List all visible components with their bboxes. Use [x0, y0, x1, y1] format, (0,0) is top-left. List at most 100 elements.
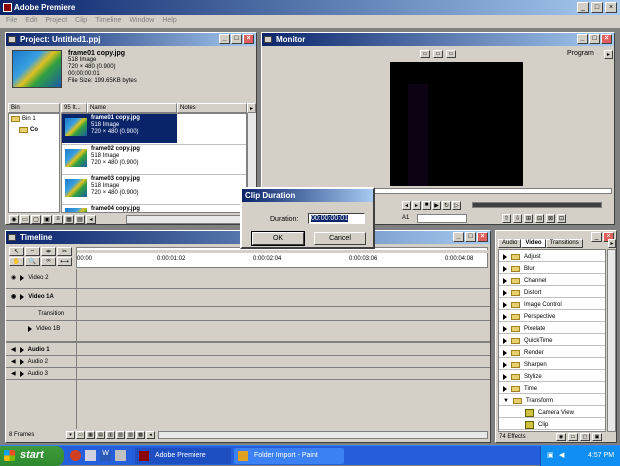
scroll-left-icon[interactable]: ◂ — [146, 431, 155, 439]
expand-triangle-icon[interactable] — [503, 313, 507, 320]
expand-triangle-icon[interactable] — [503, 253, 507, 260]
taskbar-premiere-button[interactable]: Adobe Premiere — [135, 448, 231, 464]
menu-timeline[interactable]: Timeline — [95, 17, 121, 28]
menu-project[interactable]: Project — [45, 17, 67, 28]
media-player-icon[interactable] — [85, 450, 96, 461]
work-area-bar[interactable] — [77, 250, 489, 253]
expand-triangle-icon[interactable] — [28, 326, 32, 332]
expand-triangle-icon[interactable] — [503, 361, 507, 368]
program-scrubber[interactable] — [337, 188, 612, 194]
track-mode-icon[interactable]: ▭ — [76, 431, 85, 439]
expand-triangle-icon[interactable] — [503, 277, 507, 284]
extract-icon[interactable]: ⇩ — [513, 214, 522, 223]
project-maximize-button[interactable]: □ — [231, 34, 242, 44]
tab-audio[interactable]: Audio — [498, 239, 522, 248]
lift-icon[interactable]: ⇧ — [502, 214, 511, 223]
notes-header[interactable]: Notes — [177, 103, 247, 113]
premiere-app-icon[interactable] — [3, 3, 12, 12]
list-item[interactable]: frame03 copy.jpg 518 Image 720 × 480 (0.… — [62, 174, 246, 203]
monitor-maximize-button[interactable]: □ — [589, 34, 600, 44]
step-forward-icon[interactable]: ▸ — [412, 201, 421, 210]
menu-help[interactable]: Help — [162, 17, 176, 28]
network-icon[interactable]: ▣ — [547, 451, 554, 459]
speaker-icon[interactable]: ◀ — [11, 346, 16, 353]
expand-triangle-icon[interactable] — [20, 274, 25, 281]
track-transition[interactable]: Transition — [6, 307, 490, 321]
monitor-close-button[interactable]: × — [601, 34, 612, 44]
list-item[interactable]: Image Control — [499, 298, 605, 310]
hand-tool-icon[interactable]: ✋ — [9, 257, 24, 266]
track-audio-2[interactable]: ◀ Audio 2 — [6, 356, 490, 368]
timeline-minimize-button[interactable]: _ — [453, 232, 464, 242]
minimize-button[interactable]: _ — [577, 2, 589, 13]
menu-edit[interactable]: Edit — [25, 17, 37, 28]
edge-view-icon[interactable]: ▤ — [96, 431, 105, 439]
dual-view-icon[interactable]: ▭ — [433, 50, 443, 58]
list-item[interactable]: Camera View — [499, 406, 605, 418]
list-item[interactable]: Distort — [499, 286, 605, 298]
speaker-icon[interactable]: ◀ — [11, 358, 16, 365]
horizontal-scrollbar[interactable] — [126, 215, 254, 224]
bin-item[interactable]: Co — [19, 127, 38, 133]
project-close-button[interactable]: × — [243, 34, 254, 44]
expand-triangle-icon[interactable] — [503, 337, 507, 344]
shift-tracks-icon[interactable]: ▥ — [106, 431, 115, 439]
monitor-minimize-button[interactable]: _ — [577, 34, 588, 44]
list-item[interactable]: Render — [499, 346, 605, 358]
play-icon[interactable]: ▶ — [432, 201, 441, 210]
effects-scrollbar[interactable] — [607, 249, 616, 432]
speaker-icon[interactable]: ◀ — [11, 370, 16, 377]
zoom-tool-icon[interactable]: 🔍 — [25, 257, 40, 266]
expand-triangle-icon[interactable] — [20, 293, 25, 300]
sync-mode-icon[interactable]: ▧ — [116, 431, 125, 439]
track-audio-1[interactable]: ◀ Audio 1 — [6, 344, 490, 356]
scroll-left-icon[interactable]: ◂ — [86, 215, 96, 224]
menu-clip[interactable]: Clip — [75, 17, 87, 28]
expand-triangle-icon[interactable] — [19, 370, 24, 377]
step-back-icon[interactable]: ◂ — [402, 201, 411, 210]
word-icon[interactable]: W — [100, 450, 111, 461]
list-item[interactable]: Channel — [499, 274, 605, 286]
expand-triangle-icon[interactable] — [19, 358, 24, 365]
list-item[interactable]: QuickTime — [499, 334, 605, 346]
play-in-out-icon[interactable]: ▷ — [452, 201, 461, 210]
duration-input[interactable]: 00:00:00:01 — [308, 213, 365, 224]
icon-view-icon[interactable]: ▦ — [64, 215, 74, 224]
razor-tool-icon[interactable]: ✂ — [57, 247, 72, 256]
thumbnail-view-icon[interactable]: ▤ — [75, 215, 85, 224]
list-item[interactable]: Sharpen — [499, 358, 605, 370]
in-out-tool-icon[interactable]: ⟷ — [57, 257, 72, 266]
track-audio-3[interactable]: ◀ Audio 3 — [6, 368, 490, 380]
show-hidden-icon[interactable]: ▢ — [580, 433, 590, 441]
track-video-2[interactable]: ◉ Video 2 — [6, 269, 490, 289]
list-item[interactable]: frame01 copy.jpg 518 Image 720 × 480 (0.… — [62, 114, 177, 143]
count-header[interactable]: 95 It... — [61, 103, 87, 113]
track-video-1b[interactable]: Video 1B — [6, 321, 490, 343]
taskbar-paint-button[interactable]: Folder Import - Paint — [234, 448, 344, 464]
name-header[interactable]: Name — [87, 103, 177, 113]
menu-file[interactable]: File — [6, 17, 17, 28]
effects-minimize-button[interactable]: _ — [591, 232, 602, 242]
range-select-icon[interactable]: ⇔ — [25, 247, 40, 256]
edit-next-icon[interactable]: ⊡ — [557, 214, 566, 223]
browser-icon[interactable] — [70, 450, 81, 461]
target-track-label[interactable]: A1 — [402, 215, 409, 221]
edit-prev-icon[interactable]: ⊠ — [546, 214, 555, 223]
project-minimize-button[interactable]: _ — [219, 34, 230, 44]
expand-triangle-icon[interactable] — [503, 265, 507, 272]
new-folder-icon[interactable]: ▭ — [568, 433, 578, 441]
track-options-icon[interactable]: ▨ — [126, 431, 135, 439]
list-item[interactable]: Blur — [499, 262, 605, 274]
volume-icon[interactable]: ◀ — [559, 451, 564, 459]
target-track-select[interactable] — [417, 214, 467, 223]
column-menu-arrow-icon[interactable]: ▸ — [247, 103, 256, 113]
trim-view-icon[interactable]: ▭ — [446, 50, 456, 58]
insert-icon[interactable]: ⊞ — [524, 214, 533, 223]
cancel-button[interactable]: Cancel — [314, 232, 366, 245]
expand-triangle-icon[interactable] — [503, 349, 507, 356]
list-item[interactable]: frame04 copy.jpg 518 Image — [62, 204, 246, 212]
list-item[interactable]: Pixelate — [499, 322, 605, 334]
stop-icon[interactable]: ■ — [422, 201, 431, 210]
expand-triangle-icon[interactable] — [19, 346, 24, 353]
list-item[interactable]: Time — [499, 382, 605, 394]
